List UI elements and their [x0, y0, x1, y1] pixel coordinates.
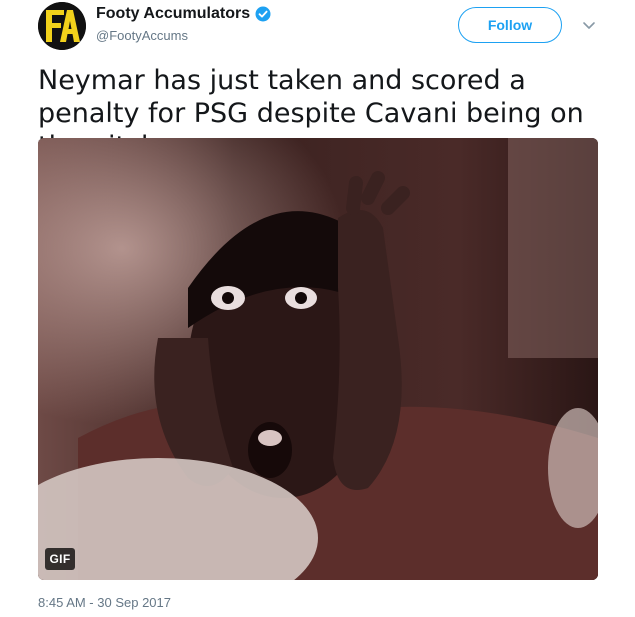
avatar[interactable]: FA — [38, 2, 86, 50]
name-row: Footy Accumulators — [96, 4, 271, 24]
gif-badge: GIF — [45, 548, 75, 570]
tweet-timestamp[interactable]: 8:45 AM - 30 Sep 2017 — [38, 595, 171, 611]
tweet-media-gif[interactable] — [38, 138, 598, 580]
gif-frame-illustration — [38, 138, 598, 580]
chevron-down-icon[interactable] — [580, 16, 598, 34]
author-display-name[interactable]: Footy Accumulators — [96, 4, 250, 24]
author-block: Footy Accumulators @FootyAccums — [96, 4, 271, 44]
author-handle[interactable]: @FootyAccums — [96, 28, 271, 44]
verified-badge-icon — [255, 6, 271, 22]
follow-button[interactable]: Follow — [458, 7, 562, 43]
